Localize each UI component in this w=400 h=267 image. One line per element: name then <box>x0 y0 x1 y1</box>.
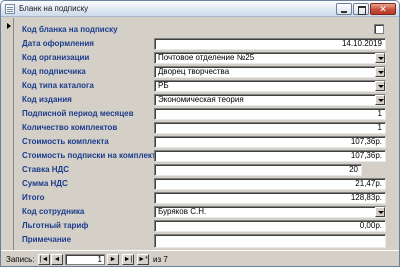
label-organization: Код организации <box>22 53 90 62</box>
label-employee: Код сотрудника <box>22 207 85 216</box>
publication-combo[interactable]: Экономическая теория <box>154 94 386 106</box>
publication-dropdown-icon[interactable] <box>375 95 385 105</box>
record-selector[interactable] <box>4 18 14 250</box>
current-record-input[interactable]: 1 <box>65 254 105 265</box>
window-title: Бланк на подписку <box>19 4 89 13</box>
title-bar[interactable]: Бланк на подписку ✕ <box>1 1 399 17</box>
previous-record-button[interactable]: ◄ <box>51 254 63 265</box>
minimize-button[interactable] <box>336 3 352 15</box>
maximize-button[interactable] <box>353 3 369 15</box>
label-note: Примечание <box>22 235 72 244</box>
record-label: Запись: <box>6 255 35 264</box>
record-count: из 7 <box>153 255 168 264</box>
form-icon <box>5 4 15 14</box>
set-cost-field[interactable]: 107,36р. <box>154 136 386 148</box>
label-issue-date: Дата оформления <box>22 39 94 48</box>
last-record-button[interactable]: ►| <box>122 254 134 265</box>
first-record-button[interactable]: |◄ <box>38 254 50 265</box>
subscriber-combo[interactable]: Дворец творчества <box>154 66 386 78</box>
organization-combo[interactable]: Почтовое отделение №25 <box>154 52 386 64</box>
organization-dropdown-icon[interactable] <box>375 53 385 63</box>
label-set-count: Количество комплектов <box>22 123 118 132</box>
label-discount-rate: Льготный тариф <box>22 221 89 230</box>
form-code-field[interactable] <box>374 24 384 34</box>
record-navigation-bar: Запись: |◄ ◄ 1 ► ►| ►* из 7 <box>1 250 399 266</box>
current-record-arrow-icon <box>7 23 11 29</box>
catalog-type-dropdown-icon[interactable] <box>375 81 385 91</box>
total-field[interactable]: 128,83р. <box>154 192 386 204</box>
set-count-field[interactable]: 1 <box>154 122 386 134</box>
label-subscription-cost: Стоимость подписки на комплект <box>22 151 156 160</box>
label-publication: Код издания <box>22 95 72 104</box>
close-button[interactable]: ✕ <box>370 3 396 15</box>
label-set-cost: Стоимость комплекта <box>22 137 109 146</box>
issue-date-field[interactable]: 14.10.2019 <box>154 38 386 50</box>
subscription-cost-field[interactable]: 107,36р. <box>154 150 386 162</box>
label-vat-rate: Ставка НДС <box>22 165 69 174</box>
note-field[interactable] <box>154 234 386 248</box>
label-vat-amount: Сумма НДС <box>22 179 68 188</box>
label-catalog-type: Код типа каталога <box>22 81 94 90</box>
subscription-period-field[interactable]: 1 <box>154 108 386 120</box>
discount-rate-field[interactable]: 0,00р. <box>154 220 386 232</box>
employee-combo[interactable]: Буряков С.Н. <box>154 206 386 218</box>
label-total: Итого <box>22 193 45 202</box>
label-subscription-period: Подписной период месяцев <box>22 109 134 118</box>
catalog-type-combo[interactable]: РБ <box>154 80 386 92</box>
subscriber-dropdown-icon[interactable] <box>375 67 385 77</box>
vat-amount-field[interactable]: 21,47р. <box>154 178 386 190</box>
next-record-button[interactable]: ► <box>107 254 119 265</box>
form-body: Код бланка на подписку Дата оформления 1… <box>2 18 399 250</box>
new-record-button[interactable]: ►* <box>137 254 149 265</box>
label-subscriber: Код подписчика <box>22 67 86 76</box>
form-window: Бланк на подписку ✕ Код бланка на подпис… <box>0 0 400 267</box>
label-form-code: Код бланка на подписку <box>22 25 118 34</box>
vat-rate-field[interactable]: 20 <box>154 164 362 176</box>
employee-dropdown-icon[interactable] <box>375 207 385 217</box>
